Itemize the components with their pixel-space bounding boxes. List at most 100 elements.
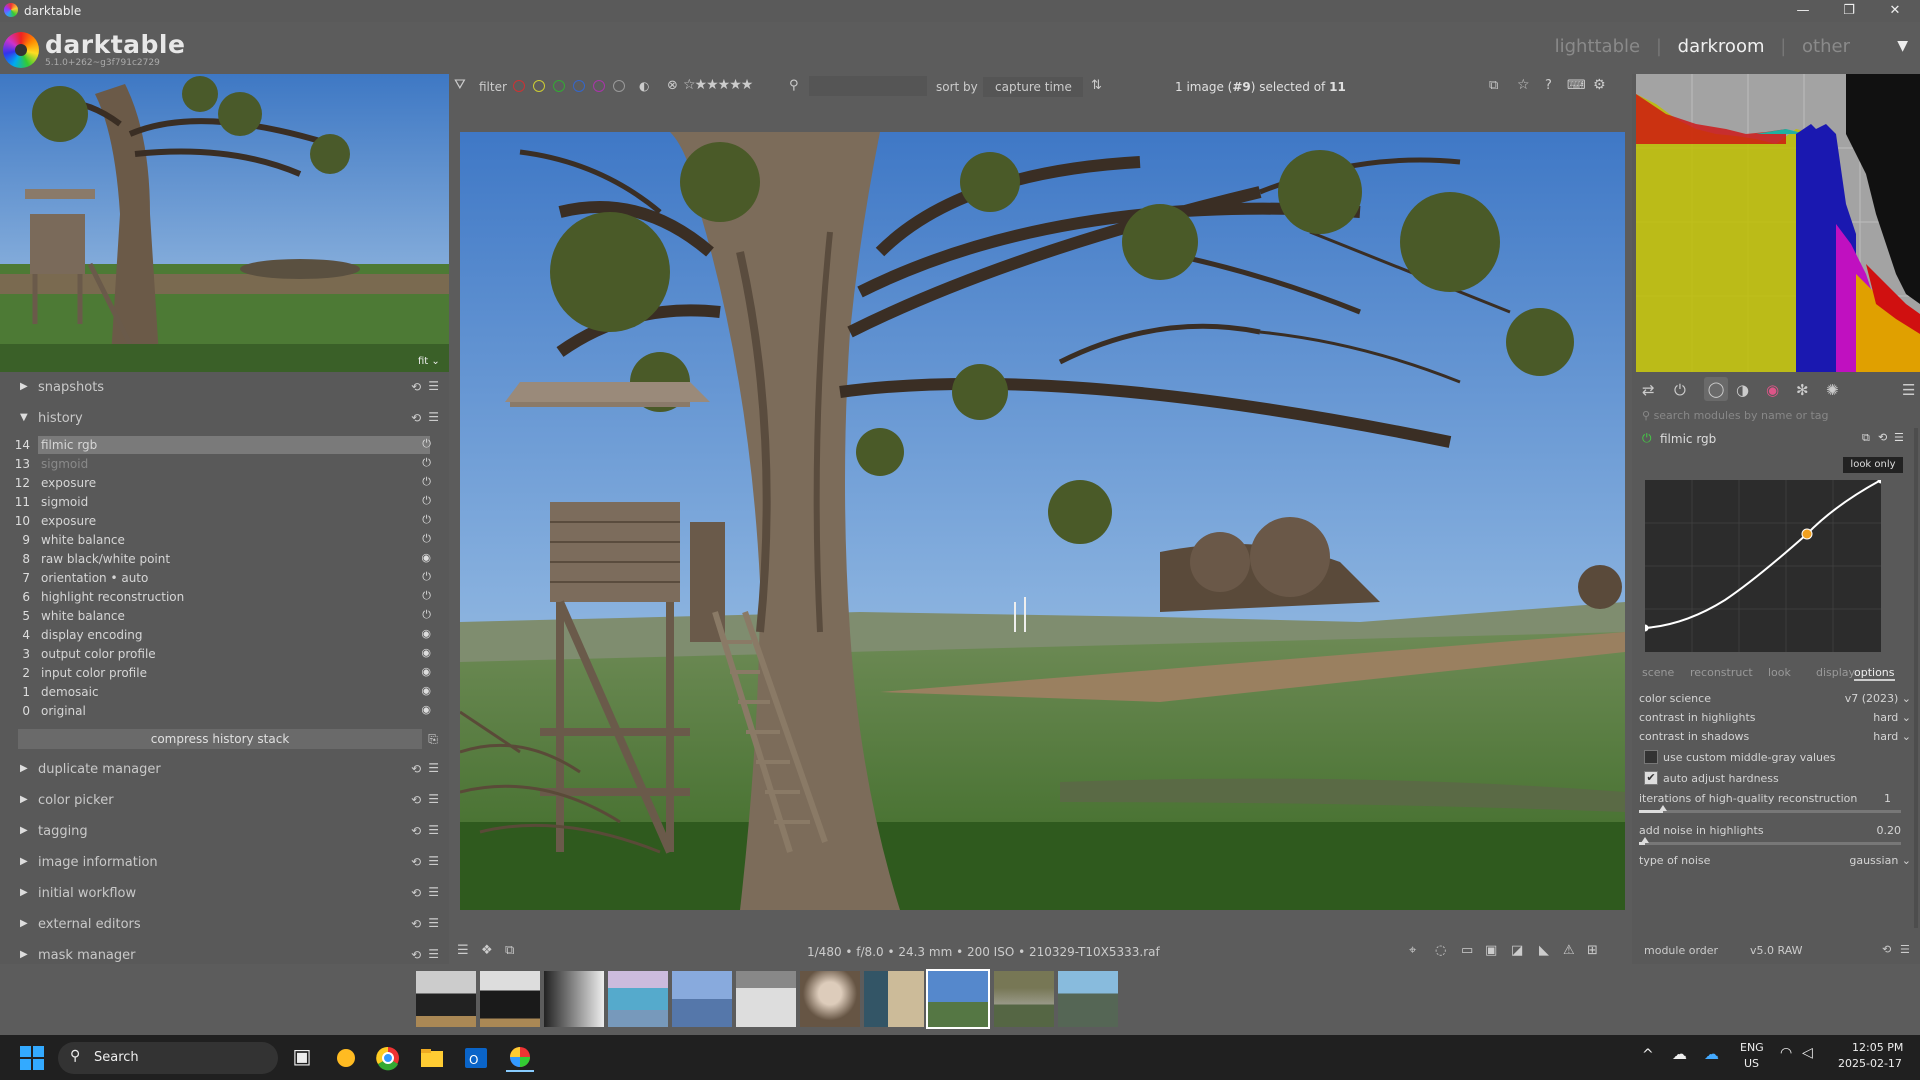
red-label-filter[interactable] [513,80,525,92]
section-color-picker[interactable]: ▶ color picker ⟲ ☰ [8,788,445,814]
gray-label-filter[interactable] [613,80,625,92]
sort-dropdown[interactable]: capture time ⌄ [983,77,1083,108]
truncate-history-icon[interactable]: ⎘ [424,729,442,749]
sort-order-icon[interactable]: ⇅ [1091,78,1102,93]
navigation-thumbnail[interactable]: fit ⌄ [0,74,449,372]
favorite-star-icon[interactable]: ☆ [1517,77,1530,93]
green-label-filter[interactable] [553,80,565,92]
onedrive-icon[interactable]: ☁ [1704,1045,1719,1063]
filmic-module-header[interactable]: ⏻ filmic rgb ⧉ ⟲ ☰ [1636,428,1916,450]
history-item[interactable]: 4 display encoding ◉ [8,626,445,645]
darktable-taskbar-icon[interactable] [506,1044,534,1072]
filmic-tab-reconstruct[interactable]: reconstruct [1690,666,1753,679]
outlook-icon[interactable]: O [462,1044,490,1072]
guides-icon[interactable]: ⊞ [1587,943,1598,958]
styles-icon[interactable]: ❖ [481,943,493,958]
history-item[interactable]: 14 filmic rgb ⏻ [8,436,445,455]
presets-icon[interactable]: ☰ [428,792,439,806]
gamut-icon[interactable]: ◣ [1539,943,1549,958]
history-item[interactable]: 7 orientation • auto ⏻ [8,569,445,588]
filmic-curve-graph[interactable] [1641,476,1885,652]
duplicate-icon[interactable]: ⧉ [505,943,514,958]
module-power-icon[interactable]: ⏻ [1642,431,1652,446]
section-external-editors[interactable]: ▶ external editors ⟲ ☰ [8,912,445,938]
reset-icon[interactable]: ⟲ [411,917,421,931]
histogram[interactable] [1636,74,1920,372]
section-duplicate-manager[interactable]: ▶ duplicate manager ⟲ ☰ [8,757,445,783]
active-modules-power-icon[interactable]: ⏻ [1674,381,1686,399]
history-item[interactable]: 5 white balance ⏻ [8,607,445,626]
history-item[interactable]: 6 highlight reconstruction ⏻ [8,588,445,607]
iterations-slider-row[interactable]: iterations of high-quality reconstructio… [1639,792,1911,810]
lang-primary[interactable]: ENG [1740,1041,1764,1054]
history-item[interactable]: 12 exposure ⏻ [8,474,445,493]
tone-modules-icon[interactable]: ◑ [1736,381,1749,399]
blue-label-filter[interactable] [573,80,585,92]
history-item[interactable]: 10 exposure ⏻ [8,512,445,531]
filmstrip-thumb[interactable] [994,971,1054,1027]
chrome-icon[interactable] [374,1044,402,1072]
view-darkroom[interactable]: darkroom [1678,36,1765,57]
history-item[interactable]: 3 output color profile ◉ [8,645,445,664]
right-panel-scrollbar[interactable] [1914,428,1918,928]
view-other[interactable]: other [1802,36,1850,57]
toggle-icon[interactable]: ◐ [639,79,649,93]
snapshots-section[interactable]: ▶ snapshots ⟲ ☰ [8,375,445,401]
filter-icon[interactable]: ⛛ [454,77,466,93]
help-icon[interactable]: ? [1545,78,1552,93]
filmic-tab-look[interactable]: look [1768,666,1791,679]
reject-icon[interactable]: ⊗ [667,78,678,93]
overlay-icon[interactable]: ⧉ [1489,78,1498,93]
option-value[interactable]: v7 (2023) ⌄ [1845,692,1911,705]
filmstrip-thumb[interactable] [736,971,796,1027]
filmic-option-row[interactable]: contrast in shadows hard ⌄ [1639,730,1911,748]
reset-icon[interactable]: ⟲ [1882,943,1891,956]
presets-icon[interactable]: ☰ [428,885,439,899]
presets-icon[interactable]: ☰ [428,823,439,837]
presets-icon[interactable]: ☰ [1900,943,1910,956]
filmstrip-thumb-selected[interactable] [926,969,990,1029]
filmstrip-thumb[interactable] [608,971,668,1027]
search-input[interactable] [809,76,927,96]
filmic-tab-options[interactable]: options [1854,666,1895,681]
presets-icon[interactable]: ☰ [428,947,439,961]
auto-adjust-hardness-checkbox[interactable]: ✔ [1644,771,1658,785]
volume-icon[interactable]: ◁ [1802,1045,1813,1061]
second-window-icon[interactable]: ▣ [1485,943,1497,958]
filmic-tab-scene[interactable]: scene [1642,666,1674,679]
weather-icon[interactable] [332,1044,360,1072]
cloud-icon[interactable]: ☁ [1672,1045,1687,1063]
display-icon[interactable]: ▭ [1461,943,1473,958]
file-explorer-icon[interactable] [418,1044,446,1072]
warning-icon[interactable]: ⚠ [1563,943,1575,958]
compress-history-button[interactable]: compress history stack [18,729,422,749]
zoom-fit-label[interactable]: fit ⌄ [418,356,440,367]
filmstrip-thumb[interactable] [416,971,476,1027]
color-modules-icon[interactable]: ◉ [1766,381,1779,399]
purple-label-filter[interactable] [593,80,605,92]
clock-time[interactable]: 12:05 PM [1852,1041,1903,1054]
presets-icon[interactable]: ☰ [428,854,439,868]
softproof-icon[interactable]: ◪ [1511,943,1523,958]
noise-slider[interactable] [1639,837,1901,845]
module-search-input[interactable]: ⚲ search modules by name or tag [1642,409,1912,429]
presets-icon[interactable]: ☰ [1894,431,1904,444]
presets-icon[interactable]: ☰ [428,761,439,775]
focus-peaking-icon[interactable]: ⌖ [1409,943,1416,958]
shortcuts-icon[interactable]: ⌨ [1567,78,1586,93]
filmstrip-thumb[interactable] [672,971,732,1027]
filmic-option-row[interactable]: contrast in highlights hard ⌄ [1639,711,1911,729]
correct-modules-icon[interactable]: ✻ [1796,381,1809,399]
reset-icon[interactable]: ⟲ [411,948,421,962]
taskbar-search-box[interactable]: ⚲ Search [58,1042,278,1074]
section-initial-workflow[interactable]: ▶ initial workflow ⟲ ☰ [8,881,445,907]
filmstrip-thumb[interactable] [544,971,604,1027]
history-item[interactable]: 2 input color profile ◉ [8,664,445,683]
wifi-icon[interactable]: ◠ [1780,1045,1792,1061]
section-tagging[interactable]: ▶ tagging ⟲ ☰ [8,819,445,845]
presets-icon[interactable]: ☰ [428,916,439,930]
bulb-icon[interactable]: ◌ [1435,943,1446,958]
reset-icon[interactable]: ⟲ [411,886,421,900]
lang-secondary[interactable]: US [1744,1057,1759,1070]
clock-date[interactable]: 2025-02-17 [1838,1057,1902,1070]
